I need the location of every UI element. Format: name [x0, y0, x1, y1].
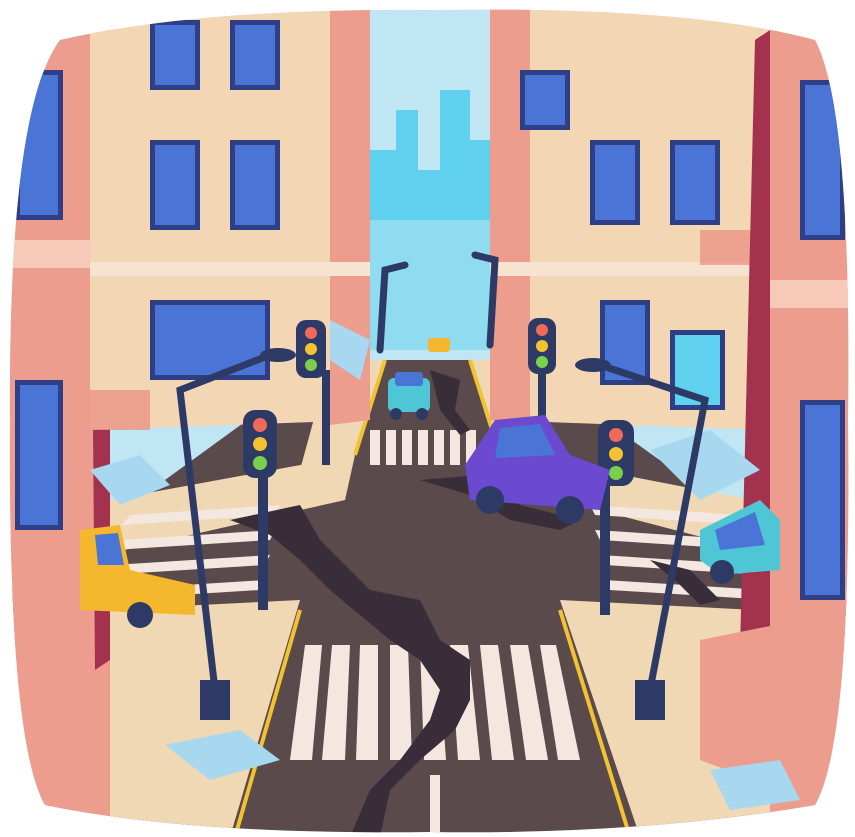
scene-clip — [9, 9, 849, 833]
car-icon-small-yellow — [428, 338, 450, 352]
road-dash — [430, 775, 440, 833]
left-building-back — [90, 9, 370, 430]
earthquake-city-illustration — [0, 0, 855, 837]
illustration-svg — [9, 9, 849, 833]
